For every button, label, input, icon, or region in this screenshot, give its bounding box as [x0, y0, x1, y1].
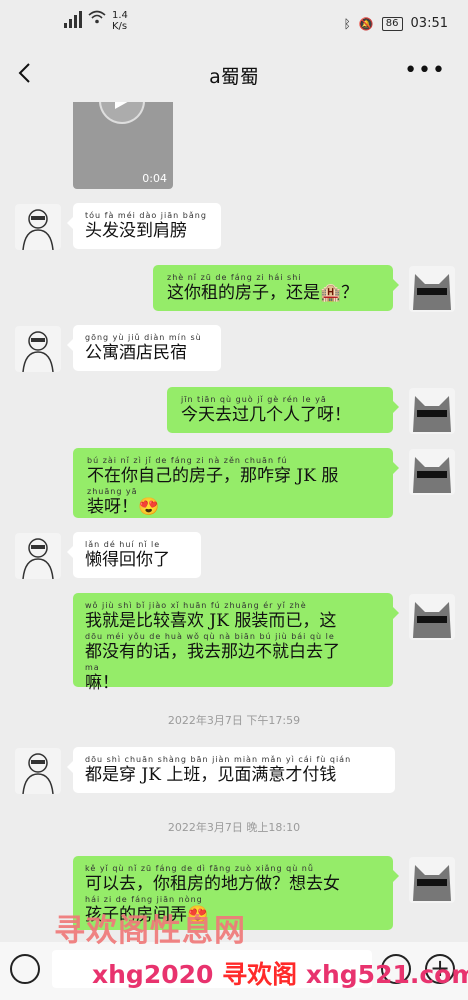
- pinyin: kě yǐ qù nǐ zū fáng de dì fāng zuò xiǎng…: [85, 864, 314, 873]
- pinyin: lǎn dé huí nǐ le: [85, 540, 161, 549]
- message-text: 头发没到肩膀: [85, 221, 187, 241]
- battery-icon: 86: [381, 16, 403, 31]
- watermark-url: xhg2020 寻欢阁 xhg521.com: [92, 955, 468, 991]
- timestamp: 2022年3月7日 晚上18:10: [167, 821, 301, 834]
- message-text: 都没有的话，我去那边不就白去了: [85, 642, 340, 662]
- message-bubble[interactable]: jīn tiān qù guò jǐ gè rén le yā 今天去过几个人了…: [167, 387, 399, 433]
- watermark-url-part: xhg521.com: [305, 960, 468, 989]
- voice-input-icon[interactable]: [10, 954, 40, 984]
- bluetooth-icon: ᛒ: [343, 16, 351, 31]
- self-avatar[interactable]: [409, 857, 455, 903]
- self-avatar[interactable]: [409, 449, 455, 495]
- net-speed: 1.4 K/s: [112, 10, 128, 32]
- message-bubble[interactable]: wǒ jiù shì bǐ jiào xǐ huān fú zhuāng ér …: [73, 593, 399, 693]
- pinyin: dōu méi yǒu de huà wǒ qù nà biān bú jiù …: [85, 632, 335, 641]
- contact-avatar[interactable]: [15, 204, 61, 250]
- pinyin: dōu shì chuān shàng bān jiàn miàn mǎn yì…: [85, 755, 352, 764]
- message-text: 不在你自己的房子，那咋穿 JK 服: [87, 466, 339, 486]
- clock: 03:51: [410, 16, 448, 31]
- contact-avatar[interactable]: [15, 533, 61, 579]
- self-avatar[interactable]: [409, 594, 455, 640]
- message-text: 懒得回你了: [85, 550, 170, 570]
- pinyin: bú zài nǐ zì jǐ de fáng zi nà zěn chuān …: [87, 456, 288, 465]
- timestamp: 2022年3月7日 下午17:59: [167, 714, 301, 727]
- message-bubble[interactable]: zhè nǐ zū de fáng zi hái shi 这你租的房子，还是🏨？: [153, 265, 399, 311]
- watermark-url-part: xhg2020: [92, 960, 214, 989]
- mute-icon: 🔕: [358, 16, 374, 31]
- pinyin: hái zi de fáng jiān nòng: [85, 895, 203, 904]
- message-bubble[interactable]: dōu shì chuān shàng bān jiàn miàn mǎn yì…: [67, 747, 395, 793]
- pinyin: tóu fà méi dào jiān bǎng: [85, 211, 207, 220]
- pinyin: zhuāng yā: [87, 487, 138, 496]
- message-bubble[interactable]: tóu fà méi dào jiān bǎng 头发没到肩膀: [67, 203, 221, 249]
- watermark-url-part: 寻欢阁: [222, 960, 298, 989]
- pinyin: gōng yù jiǔ diàn mín sù: [85, 333, 202, 342]
- video-duration: 0:04: [142, 172, 167, 185]
- message-text: 嘛！: [85, 673, 119, 693]
- wifi-icon: [88, 10, 106, 24]
- message-bubble[interactable]: bú zài nǐ zì jǐ de fáng zi nà zěn chuān …: [73, 448, 399, 518]
- status-bar: 1.4 K/s ᛒ 🔕 86 03:51: [0, 0, 468, 46]
- message-text: 装呀！😍: [87, 497, 160, 517]
- message-text: 今天去过几个人了呀！: [181, 405, 351, 425]
- contact-avatar[interactable]: [15, 326, 61, 372]
- message-text: 可以去，你租房的地方做？想去女: [85, 874, 340, 894]
- more-options-icon[interactable]: •••: [404, 60, 446, 82]
- message-text: 我就是比较喜欢 JK 服装而已，这: [85, 611, 337, 631]
- signal-icon: [64, 10, 82, 28]
- message-bubble[interactable]: lǎn dé huí nǐ le 懒得回你了: [67, 532, 201, 578]
- pinyin: jīn tiān qù guò jǐ gè rén le yā: [181, 395, 327, 404]
- chat-header: a蜀蜀 •••: [0, 46, 468, 102]
- pinyin: zhè nǐ zū de fáng zi hái shi: [167, 273, 302, 282]
- status-right: ᛒ 🔕 86 03:51: [344, 16, 448, 31]
- chat-title: a蜀蜀: [209, 66, 259, 88]
- self-avatar[interactable]: [409, 388, 455, 434]
- message-text: 都是穿 JK 上班，见面满意才付钱: [85, 765, 337, 785]
- contact-avatar[interactable]: [15, 748, 61, 794]
- status-left: 1.4 K/s: [64, 10, 128, 32]
- watermark-text: 寻欢阁性息网: [54, 913, 246, 949]
- message-text: 公寓酒店民宿: [85, 343, 187, 363]
- self-avatar[interactable]: [409, 266, 455, 312]
- message-bubble[interactable]: gōng yù jiǔ diàn mín sù 公寓酒店民宿: [67, 325, 221, 371]
- pinyin: ma: [85, 663, 100, 672]
- pinyin: wǒ jiù shì bǐ jiào xǐ huān fú zhuāng ér …: [85, 601, 307, 610]
- message-text: 这你租的房子，还是🏨？: [167, 283, 359, 303]
